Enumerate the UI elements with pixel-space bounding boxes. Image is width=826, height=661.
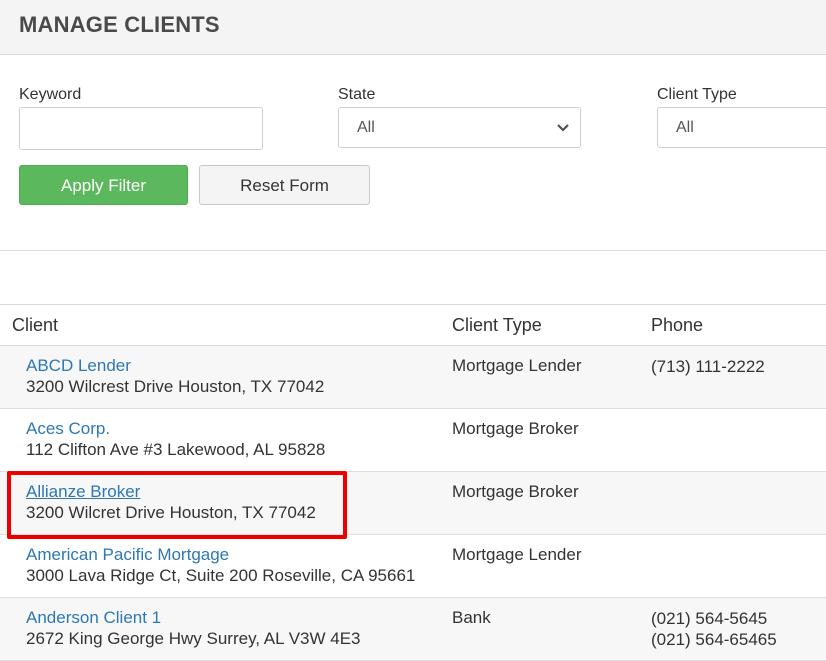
column-header-phone[interactable]: Phone bbox=[651, 315, 703, 336]
section-divider bbox=[0, 250, 826, 251]
client-address: 2672 King George Hwy Surrey, AL V3W 4E3 bbox=[26, 629, 361, 648]
client-address: 3200 Wilcret Drive Houston, TX 77042 bbox=[26, 503, 316, 522]
clients-table: Client Client Type Phone ABCD Lender 320… bbox=[0, 304, 826, 661]
client-address: 3200 Wilcrest Drive Houston, TX 77042 bbox=[26, 377, 325, 396]
client-type: Mortgage Lender bbox=[452, 356, 582, 375]
client-phone: (021) 564-5645 (021) 564-65465 bbox=[651, 608, 777, 650]
keyword-label: Keyword bbox=[19, 86, 82, 103]
client-type: Bank bbox=[452, 608, 491, 627]
client-name-link[interactable]: Anderson Client 1 bbox=[26, 608, 161, 628]
state-select[interactable]: All bbox=[338, 107, 581, 148]
phone-number: (713) 111-2222 bbox=[651, 357, 765, 376]
client-type-label: Client Type bbox=[657, 86, 737, 103]
phone-number: (021) 564-5645 bbox=[651, 609, 768, 628]
state-select-value: All bbox=[357, 119, 375, 136]
phone-number: (021) 564-65465 bbox=[651, 630, 777, 649]
table-row: ABCD Lender 3200 Wilcrest Drive Houston,… bbox=[0, 346, 826, 409]
client-address: 112 Clifton Ave #3 Lakewood, AL 95828 bbox=[26, 440, 326, 459]
table-row: American Pacific Mortgage 3000 Lava Ridg… bbox=[0, 535, 826, 598]
client-name-link[interactable]: ABCD Lender bbox=[26, 356, 131, 376]
client-address: 3000 Lava Ridge Ct, Suite 200 Roseville,… bbox=[26, 566, 416, 585]
table-row: Aces Corp. 112 Clifton Ave #3 Lakewood, … bbox=[0, 409, 826, 472]
client-phone: (713) 111-2222 bbox=[651, 356, 765, 377]
client-type: Mortgage Broker bbox=[452, 482, 579, 501]
state-label: State bbox=[338, 86, 376, 103]
client-type: Mortgage Lender bbox=[452, 545, 582, 564]
table-row: Anderson Client 1 2672 King George Hwy S… bbox=[0, 598, 826, 661]
client-name-link[interactable]: American Pacific Mortgage bbox=[26, 545, 229, 565]
client-name-link[interactable]: Aces Corp. bbox=[26, 419, 110, 439]
client-type: Mortgage Broker bbox=[452, 419, 579, 438]
table-row: Allianze Broker 3200 Wilcret Drive Houst… bbox=[0, 472, 826, 535]
reset-form-button[interactable]: Reset Form bbox=[199, 165, 370, 205]
table-header: Client Client Type Phone bbox=[0, 304, 826, 346]
column-header-client-type[interactable]: Client Type bbox=[452, 315, 542, 336]
page-header: MANAGE CLIENTS bbox=[0, 0, 826, 55]
client-name-link[interactable]: Allianze Broker bbox=[26, 482, 140, 502]
chevron-down-icon bbox=[556, 121, 570, 139]
client-type-select[interactable]: All bbox=[657, 107, 826, 148]
page-title: MANAGE CLIENTS bbox=[19, 12, 220, 37]
keyword-input[interactable] bbox=[19, 107, 263, 150]
client-type-select-value: All bbox=[676, 119, 694, 136]
apply-filter-button[interactable]: Apply Filter bbox=[19, 165, 188, 205]
column-header-client[interactable]: Client bbox=[12, 315, 58, 336]
